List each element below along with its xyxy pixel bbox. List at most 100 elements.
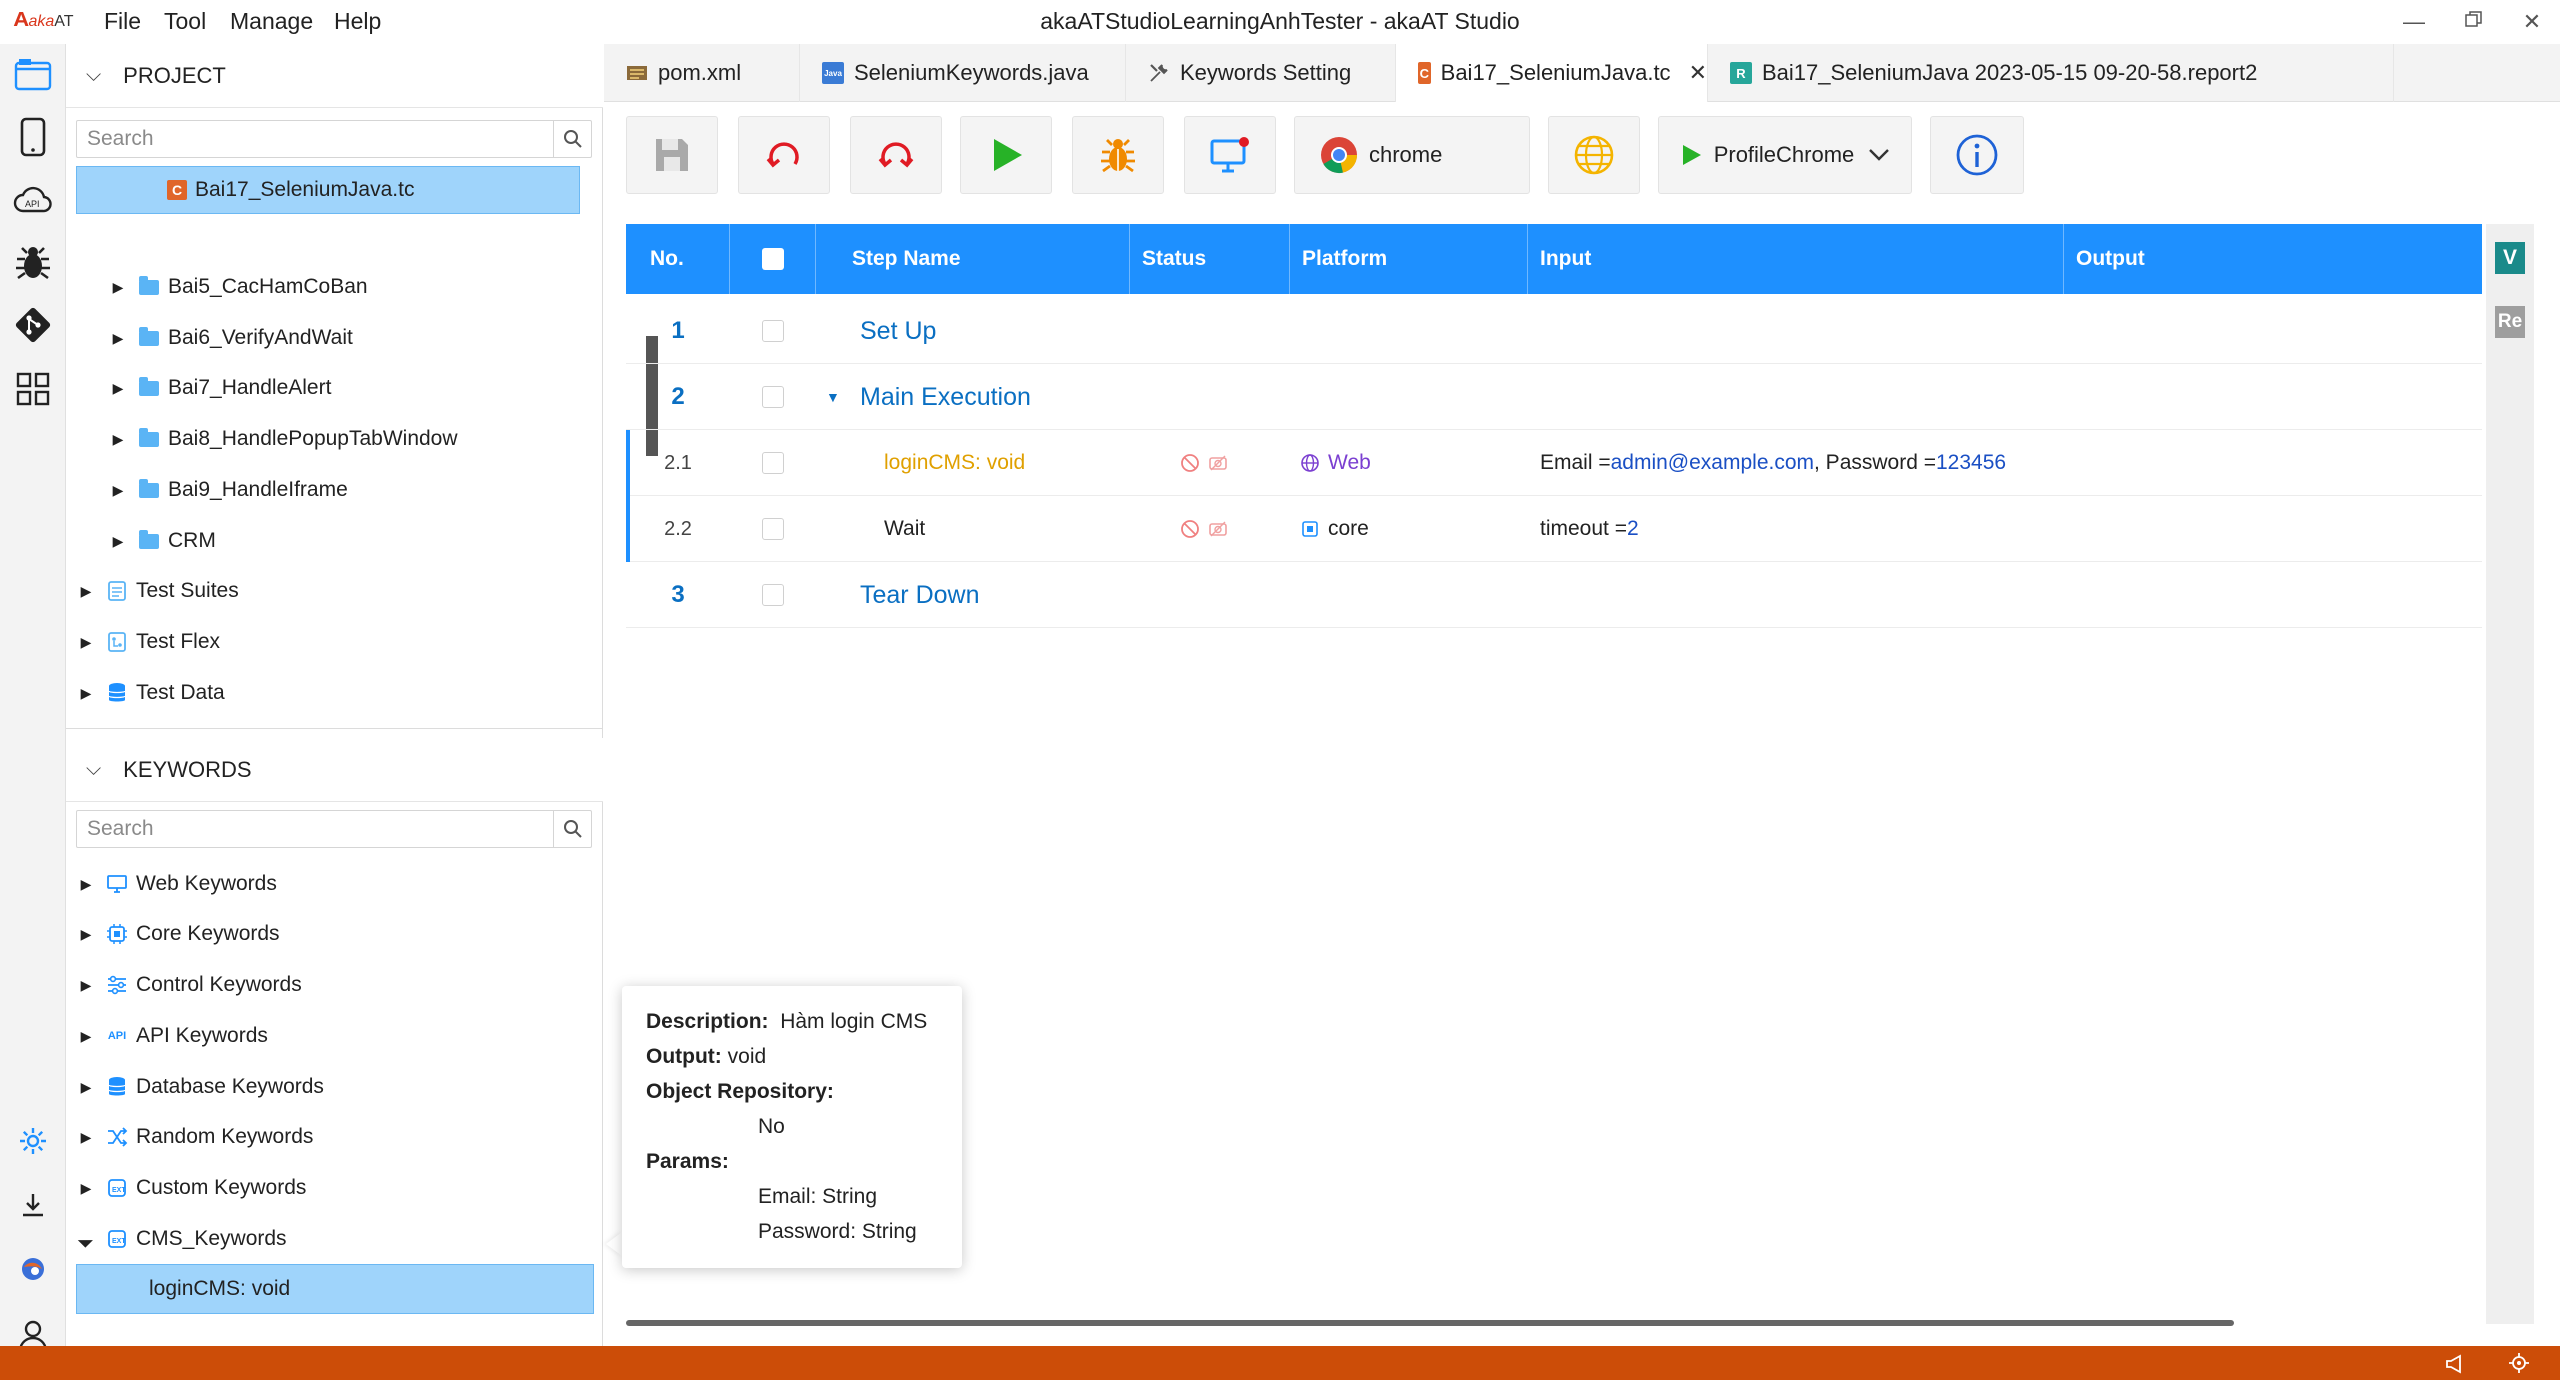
tree-item-bai6[interactable]: ▶ Bai6_VerifyAndWait: [108, 314, 353, 362]
col-select-all[interactable]: [730, 224, 816, 294]
expand-arrow-icon[interactable]: ▶: [108, 431, 128, 448]
table-row[interactable]: 1 Set Up: [626, 298, 2482, 364]
row-checkbox[interactable]: [762, 320, 784, 342]
expand-arrow-icon[interactable]: ▶: [76, 583, 96, 600]
git-icon[interactable]: [10, 302, 56, 348]
keyword-group-web[interactable]: ▶ Web Keywords: [76, 860, 277, 908]
table-row[interactable]: 2.1 loginCMS: void Web Email = admin@exa…: [626, 430, 2482, 496]
keyword-group-control[interactable]: ▶ Control Keywords: [76, 961, 302, 1009]
expand-arrow-icon[interactable]: ▶: [76, 685, 96, 702]
row-checkbox[interactable]: [762, 452, 784, 474]
row-checkbox[interactable]: [762, 584, 784, 606]
tab-bai17-report[interactable]: R Bai17_SeleniumJava 2023-05-15 09-20-58…: [1708, 44, 2394, 102]
minimize-button[interactable]: —: [2394, 6, 2434, 38]
row-checkbox[interactable]: [762, 386, 784, 408]
tab-bai17-testcase[interactable]: C Bai17_SeleniumJava.tc ✕: [1396, 44, 1708, 102]
keyword-group-cms[interactable]: ◢ EXT CMS_Keywords: [76, 1215, 287, 1263]
expand-arrow-icon[interactable]: ▶: [76, 926, 96, 943]
expand-arrow-icon[interactable]: ▶: [108, 380, 128, 397]
expand-arrow-icon[interactable]: ▶: [76, 634, 96, 651]
table-row[interactable]: 2 ▼ Main Execution: [626, 364, 2482, 430]
settings-gear-icon[interactable]: [10, 1118, 56, 1164]
keywords-search-input[interactable]: [77, 811, 553, 847]
menu-manage[interactable]: Manage: [230, 8, 313, 35]
expand-arrow-icon[interactable]: ▶: [76, 1079, 96, 1096]
profile-dropdown[interactable]: ProfileChrome: [1658, 116, 1912, 194]
globe-button[interactable]: [1548, 116, 1640, 194]
close-window-button[interactable]: ✕: [2512, 6, 2552, 38]
col-input[interactable]: Input: [1528, 224, 2064, 294]
expand-arrow-icon[interactable]: ▶: [76, 1028, 96, 1045]
tree-item-bai9[interactable]: ▶ Bai9_HandleIframe: [108, 466, 348, 514]
locate-icon[interactable]: [2508, 1352, 2530, 1374]
search-icon[interactable]: [553, 811, 591, 847]
report-panel-badge[interactable]: Re: [2495, 306, 2525, 338]
collapse-triangle-icon[interactable]: ▼: [826, 364, 840, 430]
expand-arrow-icon[interactable]: ▶: [108, 330, 128, 347]
download-icon[interactable]: [10, 1182, 56, 1228]
menu-tool[interactable]: Tool: [164, 8, 206, 35]
reload-all-button[interactable]: [850, 116, 942, 194]
row-checkbox[interactable]: [762, 518, 784, 540]
project-section-header[interactable]: ⌵ PROJECT: [66, 44, 603, 108]
debug-run-button[interactable]: [1072, 116, 1164, 194]
input-cell[interactable]: Email = admin@example.com , Password = 1…: [1540, 430, 2006, 496]
expand-arrow-icon[interactable]: ▶: [76, 977, 96, 994]
close-tab-icon[interactable]: ✕: [1689, 60, 1707, 86]
vertical-scrollbar[interactable]: [2540, 224, 2558, 1324]
keyword-group-random[interactable]: ▶ Random Keywords: [76, 1113, 314, 1161]
col-step-name[interactable]: Step Name: [816, 224, 1130, 294]
save-button[interactable]: [626, 116, 718, 194]
keyword-group-custom[interactable]: ▶ EXT Custom Keywords: [76, 1164, 307, 1212]
collapse-arrow-icon[interactable]: ◢: [73, 1226, 99, 1252]
tree-item-bai8[interactable]: ▶ Bai8_HandlePopupTabWindow: [108, 415, 458, 463]
search-icon[interactable]: [553, 121, 591, 157]
tree-item-bai7[interactable]: ▶ Bai7_HandleAlert: [108, 364, 332, 412]
tree-item-test-data[interactable]: ▶ Test Data: [76, 669, 225, 717]
grid-apps-icon[interactable]: [10, 366, 56, 412]
expand-arrow-icon[interactable]: ▶: [108, 279, 128, 296]
keyword-group-api[interactable]: ▶ API API Keywords: [76, 1012, 268, 1060]
expand-arrow-icon[interactable]: ▶: [76, 1180, 96, 1197]
tab-pom-xml[interactable]: pom.xml: [604, 44, 800, 102]
keyword-group-core[interactable]: ▶ Core Keywords: [76, 910, 280, 958]
announcement-icon[interactable]: [2444, 1354, 2466, 1374]
run-button[interactable]: [960, 116, 1052, 194]
tree-item-bai5[interactable]: ▶ Bai5_CacHamCoBan: [108, 263, 368, 311]
expand-arrow-icon[interactable]: ▶: [76, 876, 96, 893]
tree-item-crm[interactable]: ▶ CRM: [108, 517, 216, 565]
select-all-checkbox[interactable]: [761, 248, 784, 270]
browser-select[interactable]: chrome: [1294, 116, 1530, 194]
horizontal-scrollbar[interactable]: [626, 1320, 2234, 1326]
expand-arrow-icon[interactable]: ▶: [76, 1129, 96, 1146]
mobile-icon[interactable]: [10, 114, 56, 160]
table-row[interactable]: 3 Tear Down: [626, 562, 2482, 628]
input-cell[interactable]: timeout = 2: [1540, 496, 1639, 562]
col-platform[interactable]: Platform: [1290, 224, 1528, 294]
explorer-icon[interactable]: [10, 52, 56, 98]
keywords-section-header[interactable]: ⌵ KEYWORDS: [66, 738, 603, 802]
api-cloud-icon[interactable]: API: [10, 177, 56, 223]
col-output[interactable]: Output: [2064, 224, 2482, 294]
expand-arrow-icon[interactable]: ▶: [108, 482, 128, 499]
tree-item-test-suites[interactable]: ▶ Test Suites: [76, 567, 239, 615]
expand-arrow-icon[interactable]: ▶: [108, 533, 128, 550]
info-button[interactable]: [1930, 116, 2024, 194]
restore-button[interactable]: [2454, 6, 2494, 38]
project-search-input[interactable]: [77, 121, 553, 157]
tree-item-testcase[interactable]: C Bai17_SeleniumJava.tc: [76, 166, 580, 214]
menu-file[interactable]: File: [104, 8, 141, 35]
menu-help[interactable]: Help: [334, 8, 381, 35]
brand-swirl-icon[interactable]: [10, 1246, 56, 1292]
col-no[interactable]: No.: [626, 224, 730, 294]
tree-item-test-flex[interactable]: ▶ Test Flex: [76, 618, 220, 666]
tab-selenium-keywords-java[interactable]: Java SeleniumKeywords.java: [800, 44, 1126, 102]
debug-icon[interactable]: [10, 240, 56, 286]
tab-keywords-setting[interactable]: Keywords Setting: [1126, 44, 1396, 102]
table-row[interactable]: 2.2 Wait core timeout = 2: [626, 496, 2482, 562]
variables-panel-badge[interactable]: V: [2495, 242, 2525, 274]
remote-run-button[interactable]: [1184, 116, 1276, 194]
reload-button[interactable]: [738, 116, 830, 194]
keyword-group-database[interactable]: ▶ Database Keywords: [76, 1063, 324, 1111]
col-status[interactable]: Status: [1130, 224, 1290, 294]
